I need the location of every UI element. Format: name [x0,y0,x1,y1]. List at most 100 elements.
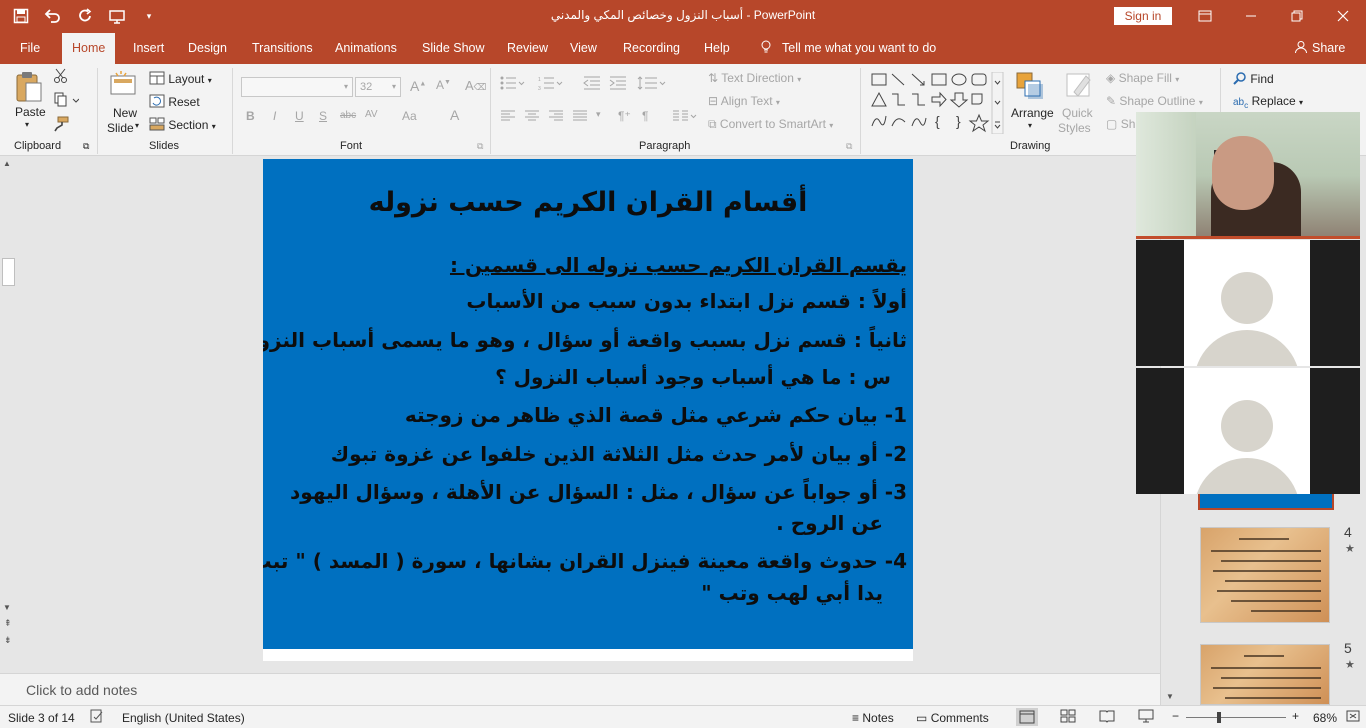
slide-title[interactable]: أقسام القران الكريم حسب نزوله [263,187,913,218]
normal-view-button[interactable] [1016,708,1038,726]
scroll-down-icon[interactable]: ▼ [3,603,11,612]
tab-animations[interactable]: Animations [335,33,397,64]
slide-text-line[interactable]: س : ما هي أسباب وجود أسباب النزول ؟ [495,365,891,389]
editor-scrollbar-thumb[interactable] [2,258,15,286]
notes-pane[interactable]: Click to add notes [0,673,1160,705]
tab-insert[interactable]: Insert [133,33,164,64]
paste-button[interactable] [14,70,44,107]
quick-styles-button[interactable] [1064,70,1094,105]
copy-icon[interactable] [53,92,80,111]
align-text-button[interactable]: ⊟ Align Text ▾ [708,94,780,108]
change-case-button[interactable]: Aa [402,109,417,123]
bullets-icon[interactable] [500,76,526,93]
font-name-combo[interactable]: ▾ [241,77,353,97]
cut-icon[interactable] [53,68,69,87]
spelling-check-icon[interactable] [90,709,104,726]
align-left-icon[interactable] [500,110,516,125]
zoom-level[interactable]: 68% [1313,711,1337,725]
ltr-direction-icon[interactable]: ¶⁺ [618,109,631,123]
character-spacing-button[interactable]: AV [365,109,378,120]
shape-outline-button[interactable]: ✎ Shape Outline ▾ [1106,94,1203,108]
reading-view-button[interactable] [1099,709,1115,726]
shape-fill-button[interactable]: ◈ Shape Fill ▾ [1106,71,1179,85]
arrange-button[interactable] [1014,70,1046,105]
numbering-icon[interactable]: 13 [538,76,564,93]
slide-text-line[interactable]: ثانياً : قسم نزل بسبب واقعة أو سؤال ، وه… [263,328,907,352]
notes-toggle-button[interactable]: ≡ Notes [852,711,894,725]
scroll-up-icon[interactable]: ▲ [3,159,11,168]
zoom-in-button[interactable]: + [1292,709,1299,723]
bold-button[interactable]: B [246,109,255,123]
shape-effects-button[interactable]: ▢ Sh [1106,117,1135,131]
tab-review[interactable]: Review [507,33,548,64]
clear-formatting-icon[interactable]: A⌫ [465,78,486,93]
tab-help[interactable]: Help [704,33,730,64]
tab-design[interactable]: Design [188,33,227,64]
font-size-combo[interactable]: 32 ▾ [355,77,401,97]
new-slide-dropdown-icon[interactable]: ▾ [135,121,139,130]
decrease-indent-icon[interactable] [583,76,601,93]
next-slide-icon[interactable]: ⇟ [4,635,12,646]
slide-text-line[interactable]: يقسم القران الكريم حسب نزوله الى قسمين : [450,253,907,277]
zoom-slider[interactable] [1186,717,1286,718]
font-color-button[interactable]: A [450,107,459,123]
previous-slide-icon[interactable]: ⇞ [4,618,12,629]
justify-dropdown-icon[interactable]: ▾ [596,109,601,120]
tab-slide-show[interactable]: Slide Show [422,33,485,64]
language-indicator[interactable]: English (United States) [122,711,245,725]
italic-button[interactable]: I [273,109,276,123]
ribbon-display-icon[interactable] [1182,0,1228,32]
tab-recording[interactable]: Recording [623,33,680,64]
tab-transitions[interactable]: Transitions [252,33,313,64]
find-button[interactable]: Find [1233,71,1274,86]
arrange-dropdown-icon[interactable]: ▾ [1028,121,1032,130]
increase-indent-icon[interactable] [609,76,627,93]
shapes-gallery[interactable]: { } [870,71,1004,135]
restore-icon[interactable] [1274,0,1320,32]
align-right-icon[interactable] [548,110,564,125]
slide-text-line[interactable]: عن الروح . [776,511,883,535]
increase-font-icon[interactable]: A▲ [410,78,426,94]
slide-show-button[interactable] [1138,709,1154,726]
align-center-icon[interactable] [524,110,540,125]
slide-text-line[interactable]: 2- أو بيان لأمر حدث مثل الثلاثة الذين خل… [331,442,907,466]
slide-text-line[interactable]: 1- بيان حكم شرعي مثل قصة الذي ظاهر من زو… [405,403,907,427]
clipboard-launcher-icon[interactable]: ⧉ [83,141,89,152]
tab-view[interactable]: View [570,33,597,64]
slide-canvas[interactable]: أقسام القران الكريم حسب نزوله يقسم القرا… [263,159,913,649]
replace-button[interactable]: abc Replace ▾ [1233,94,1303,110]
decrease-font-icon[interactable]: A▼ [436,78,451,92]
slide-text-line[interactable]: أولاً : قسم نزل ابتداء بدون سبب من الأسب… [466,289,907,313]
zoom-out-button[interactable]: − [1172,709,1179,723]
new-slide-button[interactable] [109,70,141,101]
paragraph-launcher-icon[interactable]: ⧉ [846,141,852,152]
layout-button[interactable]: Layout ▾ [149,71,212,86]
slide-thumbnail[interactable] [1200,644,1330,705]
share-button[interactable]: Share [1294,33,1345,64]
slide-thumbnail[interactable] [1200,527,1330,623]
tab-home[interactable]: Home [62,33,116,64]
slide-text-line[interactable]: 4- حدوث واقعة معينة فينزل القران بشانها … [263,549,907,573]
slide-sorter-button[interactable] [1060,709,1076,726]
tab-file[interactable]: File [20,33,40,64]
comments-toggle-button[interactable]: ▭ Comments [916,711,989,725]
thumbnail-scroll-down-icon[interactable]: ▼ [1166,692,1174,701]
text-direction-button[interactable]: ⇅ Text Direction ▾ [708,71,801,85]
font-launcher-icon[interactable]: ⧉ [477,141,483,152]
underline-button[interactable]: U [295,109,304,123]
reset-button[interactable]: Reset [149,94,200,109]
format-painter-icon[interactable] [53,116,69,135]
section-button[interactable]: Section ▾ [149,117,216,132]
minimize-icon[interactable] [1228,0,1274,32]
paste-dropdown-icon[interactable]: ▾ [25,120,29,129]
fit-to-window-icon[interactable] [1346,709,1360,726]
slide-text-line[interactable]: 3- أو جواباً عن سؤال ، مثل : السؤال عن ا… [290,480,907,504]
tell-me-search[interactable]: Tell me what you want to do [760,33,936,64]
shadow-button[interactable]: S [319,109,327,123]
convert-smartart-button[interactable]: ⧉ Convert to SmartArt ▾ [708,117,833,132]
sign-in-button[interactable]: Sign in [1114,7,1172,25]
justify-icon[interactable] [572,110,588,125]
strikethrough-button[interactable]: abc [340,110,356,121]
notes-placeholder[interactable]: Click to add notes [26,682,137,698]
line-spacing-icon[interactable] [637,76,667,93]
